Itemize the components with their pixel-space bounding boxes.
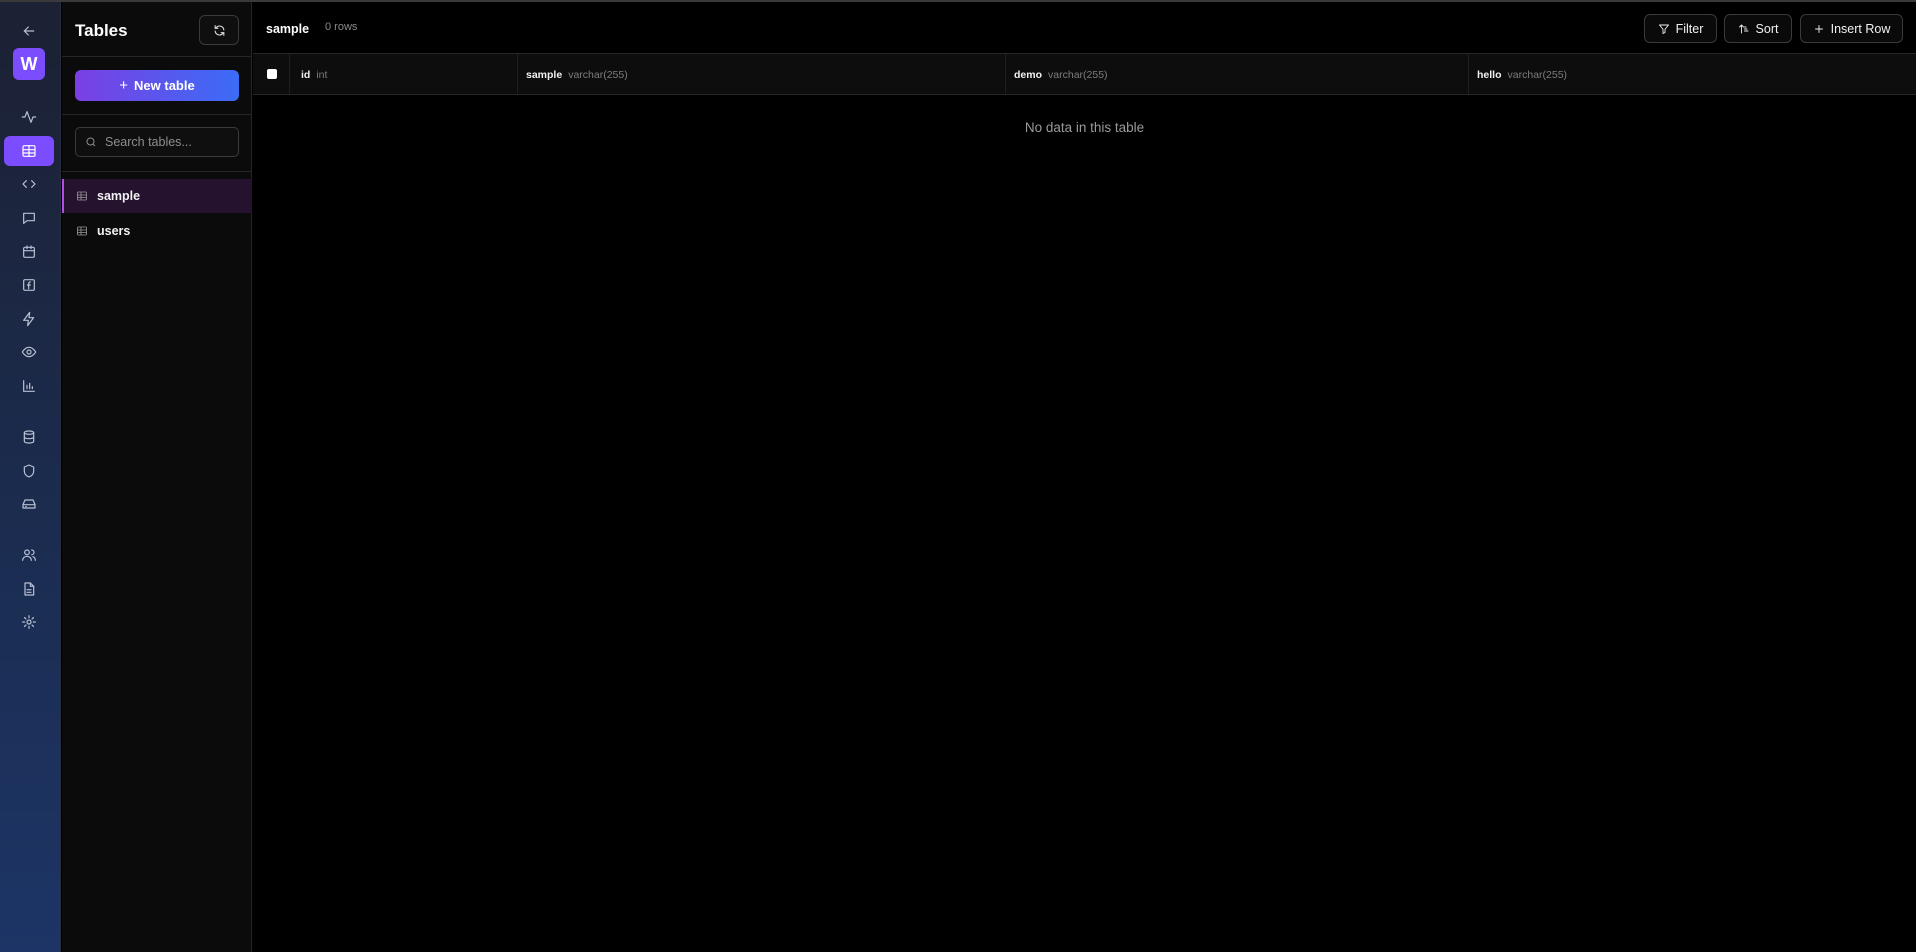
plus-icon: + [119,77,129,94]
table-header: id int sample varchar(255) demo varchar(255… [253,54,1916,95]
gear-icon[interactable] [4,607,54,637]
workspace-logo[interactable]: W [13,48,45,80]
activity-icon[interactable] [4,102,54,132]
column-header-id[interactable]: id int [301,69,327,81]
icon-rail: W [0,2,61,952]
sidebar-title: Tables [75,21,128,40]
table-icon [77,191,87,201]
table-view: sample 0 rows Filter Sort Insert Row id i… [253,2,1916,952]
column-type: int [316,69,328,81]
refresh-button[interactable] [199,15,239,45]
new-table-button[interactable]: + New table [75,70,239,101]
sort-button[interactable]: Sort [1724,14,1792,43]
column-type: varchar(255) [568,69,628,81]
table-list-item-sample[interactable]: sample [62,179,252,213]
table-list-item-label: users [97,224,131,238]
function-icon[interactable] [4,270,54,300]
back-arrow-icon[interactable] [4,16,54,46]
plus-icon [1814,24,1823,33]
column-header-sample[interactable]: sample varchar(255) [526,69,628,81]
drive-icon[interactable] [4,489,54,519]
search-input[interactable] [105,135,235,149]
refresh-icon [214,24,224,36]
table-list-item-users[interactable]: users [62,214,252,248]
column-type: varchar(255) [1507,69,1568,81]
row-count: 0 rows [325,21,358,33]
column-name: sample [526,69,563,81]
column-name: demo [1014,69,1043,81]
code-icon[interactable] [4,169,54,199]
filter-icon [1658,24,1669,34]
insert-row-button[interactable]: Insert Row [1800,14,1903,43]
select-all-checkbox[interactable] [267,69,277,79]
filter-button[interactable]: Filter [1644,14,1717,43]
divider [62,114,252,115]
filter-label: Filter [1675,21,1704,36]
eye-icon[interactable] [4,337,54,367]
column-divider[interactable] [1468,54,1469,94]
column-divider[interactable] [1005,54,1006,94]
column-header-demo[interactable]: demo varchar(255) [1014,69,1108,81]
column-type: varchar(255) [1048,69,1108,81]
divider [62,56,252,57]
lightning-icon[interactable] [4,304,54,334]
table-list-item-label: sample [97,189,141,203]
current-table-name: sample [266,22,310,36]
database-icon[interactable] [4,422,54,452]
sort-icon [1738,24,1748,33]
shield-icon[interactable] [4,456,54,486]
divider [62,171,252,172]
new-table-label: New table [134,78,195,93]
users-icon[interactable] [4,540,54,570]
search-icon [86,137,96,147]
calendar-icon[interactable] [4,237,54,267]
table-toolbar: sample 0 rows Filter Sort Insert Row [253,2,1916,54]
column-divider[interactable] [517,54,518,94]
insert-row-label: Insert Row [1830,21,1891,36]
sort-label: Sort [1755,21,1779,36]
column-header-hello[interactable]: hello varchar(255) [1477,69,1567,81]
message-icon[interactable] [4,203,54,233]
column-divider [289,54,290,94]
column-name: id [301,69,311,81]
empty-state-message: No data in this table [1024,120,1145,135]
search-box[interactable] [75,127,239,157]
tables-sidebar: Tables + New table sample users [62,2,252,952]
column-name: hello [1477,69,1502,81]
table-icon[interactable] [4,136,54,166]
bar-chart-icon[interactable] [4,371,54,401]
file-text-icon[interactable] [4,574,54,604]
table-icon [77,226,87,236]
